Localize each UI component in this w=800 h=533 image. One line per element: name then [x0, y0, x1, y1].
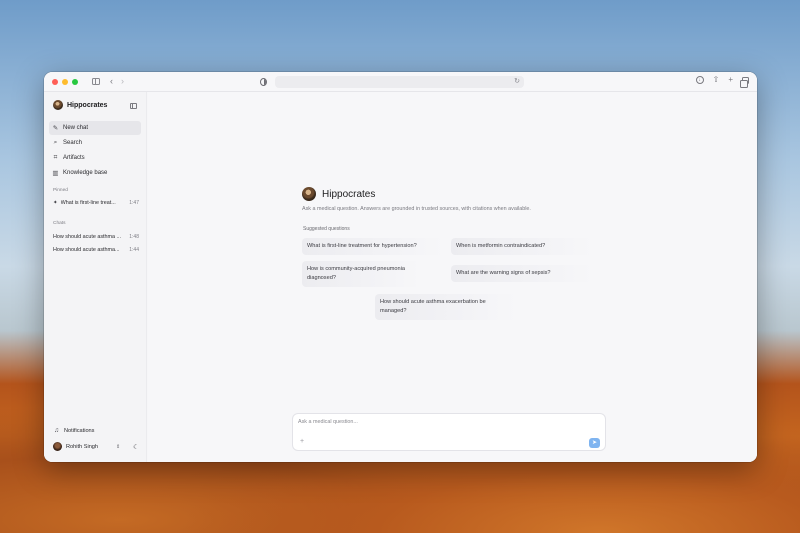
sidebar-item-label: New chat	[63, 125, 89, 131]
suggested-questions-label: Suggested questions	[303, 226, 350, 232]
forward-icon[interactable]: ›	[121, 77, 124, 86]
brand-avatar	[53, 100, 63, 110]
sidebar-item-label: Knowledge base	[63, 170, 108, 176]
suggestion-card[interactable]: What are the warning signs of sepsis?	[451, 265, 593, 282]
artifacts-icon: ⌗	[53, 154, 58, 161]
chat-title: How should acute asthma ...	[53, 234, 122, 240]
library-icon: ▥	[52, 170, 59, 177]
notifications-label: Notifications	[64, 427, 95, 434]
browser-window: ‹ › ↻ ↓ ⇧ + Hippocrates ✎ New chat ⌕ Sea…	[44, 72, 757, 462]
search-icon: ⌕	[53, 139, 58, 146]
zoom-window-button[interactable]	[72, 78, 78, 85]
suggestion-card[interactable]: How is community-acquired pneumonia diag…	[302, 261, 420, 287]
chat-time: 1:47	[129, 200, 139, 206]
download-icon[interactable]: ↓	[695, 76, 704, 84]
page-title: Hippocrates	[322, 188, 376, 200]
notifications-button[interactable]: ♫ Notifications	[53, 427, 139, 434]
chat-time: 1:44	[129, 247, 139, 253]
sidebar-item-label: Artifacts	[63, 155, 85, 161]
hero-avatar	[302, 187, 316, 201]
suggestion-card[interactable]: What is first-line treatment for hyperte…	[302, 238, 444, 255]
brand-name: Hippocrates	[67, 101, 108, 109]
attach-plus-icon[interactable]: +	[300, 438, 304, 445]
tab-overview-icon[interactable]	[740, 76, 749, 88]
sidebar-nav: ✎ New chat ⌕ Search ⌗ Artifacts ▥ Knowle…	[49, 121, 141, 181]
sidebar-toggle-icon[interactable]	[92, 78, 100, 85]
sidebar-item-knowledge-base[interactable]: ▥ Knowledge base	[49, 166, 141, 180]
sidebar: Hippocrates ✎ New chat ⌕ Search ⌗ Artifa…	[44, 92, 147, 462]
minimize-window-button[interactable]	[62, 78, 68, 85]
back-icon[interactable]: ‹	[110, 77, 113, 86]
send-button[interactable]: ➤	[589, 438, 600, 448]
user-name: Rohith Singh	[66, 443, 99, 450]
chat-title: How should acute asthma...	[53, 247, 120, 253]
sidebar-item-search[interactable]: ⌕ Search	[49, 136, 141, 150]
sidebar-item-artifacts[interactable]: ⌗ Artifacts	[49, 151, 141, 165]
toolbar-actions: ↓ ⇧ +	[695, 76, 749, 88]
brand[interactable]: Hippocrates	[53, 100, 107, 110]
sidebar-item-label: Search	[63, 140, 83, 146]
share-icon[interactable]: ⇧	[713, 76, 720, 84]
chat-item[interactable]: How should acute asthma ... 1:48	[53, 234, 139, 240]
address-bar[interactable]: ↻	[275, 76, 524, 88]
close-window-button[interactable]	[52, 78, 58, 85]
sidebar-item-new-chat[interactable]: ✎ New chat	[49, 121, 141, 135]
compose-icon: ✎	[52, 125, 59, 132]
suggestion-card[interactable]: How should acute asthma exacerbation be …	[375, 294, 517, 320]
suggestion-card[interactable]: When is metformin contraindicated?	[451, 238, 593, 255]
chats-section-label: Chats	[53, 221, 66, 226]
composer: + ➤	[292, 413, 606, 451]
privacy-shield-icon[interactable]	[260, 78, 267, 86]
pinned-chat-item[interactable]: ✦ What is first-line treat... 1:47	[53, 200, 139, 206]
browser-toolbar: ‹ › ↻ ↓ ⇧ +	[44, 72, 757, 92]
hero-header: Hippocrates	[302, 187, 375, 201]
chevron-updown-icon: ⇕	[115, 443, 121, 450]
avatar	[53, 442, 62, 451]
chat-time: 1:48	[129, 234, 139, 240]
message-input[interactable]	[298, 419, 578, 425]
user-menu[interactable]: Rohith Singh ⇕ ☾	[53, 442, 139, 451]
moon-icon[interactable]: ☾	[133, 443, 139, 451]
new-tab-icon[interactable]: +	[728, 76, 733, 84]
chat-item[interactable]: How should acute asthma... 1:44	[53, 247, 139, 253]
reload-icon[interactable]: ↻	[514, 77, 520, 85]
bell-icon: ♫	[54, 427, 59, 434]
main-content: Hippocrates Ask a medical question. Answ…	[148, 92, 757, 462]
window-controls	[52, 78, 78, 85]
pin-icon: ✦	[53, 200, 58, 206]
chat-title: What is first-line treat...	[60, 200, 116, 206]
pinned-section-label: Pinned	[53, 188, 68, 193]
page-subtitle: Ask a medical question. Answers are grou…	[302, 206, 531, 212]
collapse-sidebar-icon[interactable]	[130, 103, 137, 109]
